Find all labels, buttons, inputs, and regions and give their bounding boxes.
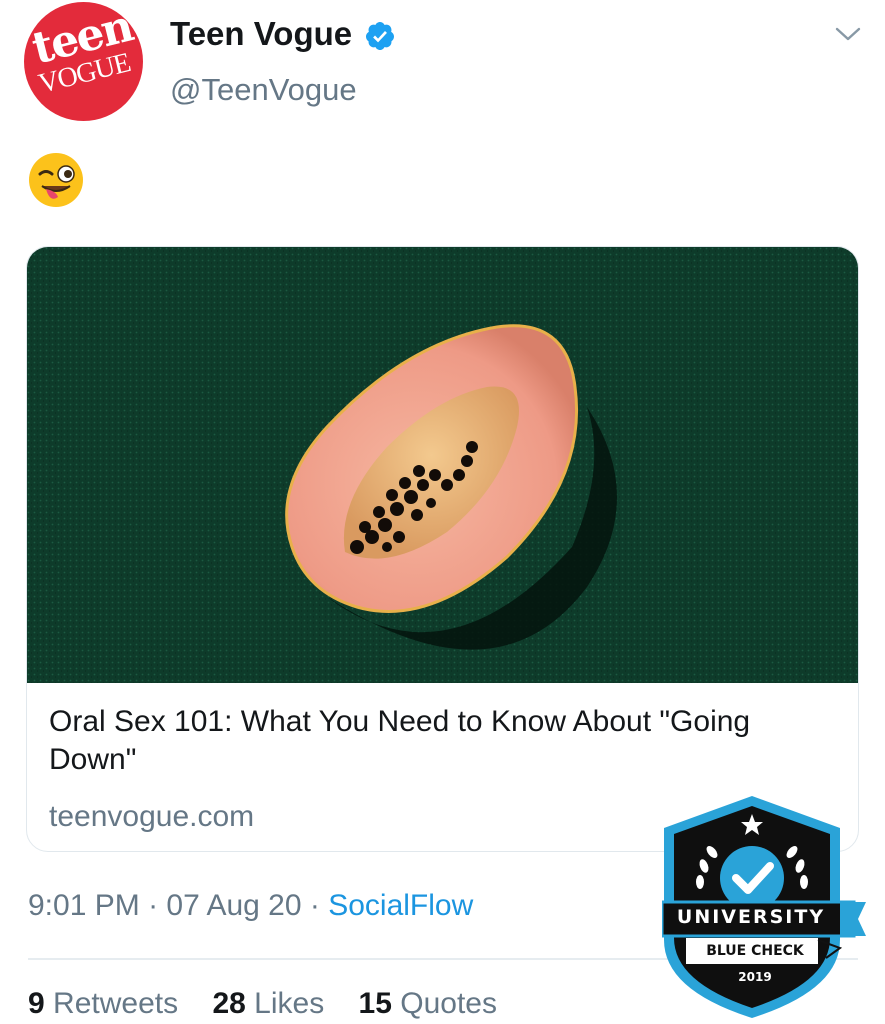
author-display-name[interactable]: Teen Vogue xyxy=(170,14,352,54)
verified-badge-icon xyxy=(365,22,394,50)
tweet-stats: 9 Retweets 28 Likes 15 Quotes xyxy=(28,984,523,1024)
chevron-down-icon[interactable] xyxy=(834,24,862,44)
retweets-count: 9 xyxy=(28,987,45,1020)
card-domain: teenvogue.com xyxy=(49,800,255,833)
badge-text-blue-check: BLUE CHECK xyxy=(706,943,804,959)
likes-count: 28 xyxy=(212,987,246,1020)
avatar[interactable]: teen VOGUE xyxy=(24,2,143,121)
likes-stat[interactable]: 28 Likes xyxy=(212,987,324,1020)
winking-tongue-emoji-icon xyxy=(29,153,83,207)
retweets-stat[interactable]: 9 Retweets xyxy=(28,987,178,1020)
quotes-label: Quotes xyxy=(400,987,497,1020)
tweet-time[interactable]: 9:01 PM xyxy=(28,889,140,922)
tweet-date[interactable]: 07 Aug 20 xyxy=(166,889,301,922)
likes-label: Likes xyxy=(254,987,325,1020)
link-preview-card[interactable]: Oral Sex 101: What You Need to Know Abou… xyxy=(26,246,859,852)
quotes-stat[interactable]: 15 Quotes xyxy=(359,987,497,1020)
tweet-source-link[interactable]: SocialFlow xyxy=(328,889,473,922)
badge-text-year: 2019 xyxy=(738,970,772,984)
author-handle[interactable]: @TeenVogue xyxy=(170,70,357,110)
tweet-meta: 9:01 PM · 07 Aug 20 · SocialFlow xyxy=(28,886,473,926)
meta-separator: · xyxy=(139,889,167,922)
badge-text-university: UNIVERSITY xyxy=(676,906,826,928)
retweets-label: Retweets xyxy=(53,987,179,1020)
quotes-count: 15 xyxy=(358,987,392,1020)
card-title[interactable]: Oral Sex 101: What You Need to Know Abou… xyxy=(49,703,839,779)
card-image-papaya[interactable] xyxy=(27,247,859,683)
meta-separator: · xyxy=(301,889,329,922)
